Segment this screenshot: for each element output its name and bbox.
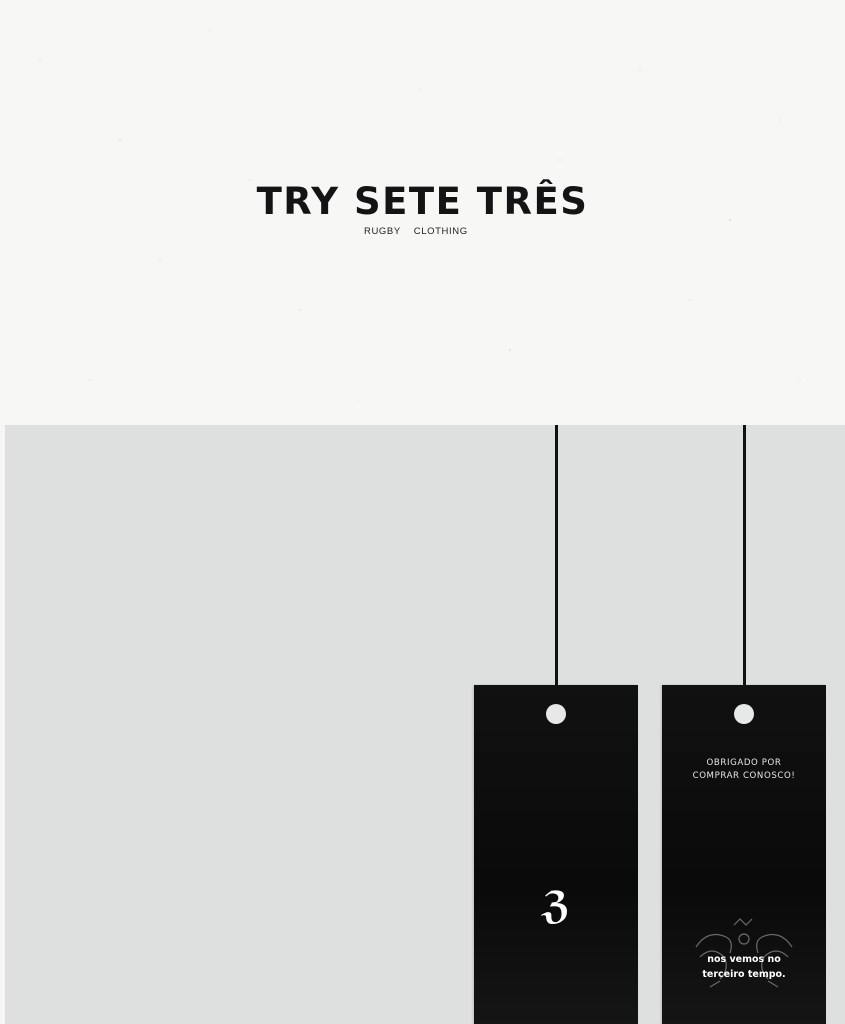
front-tag-hole xyxy=(546,704,566,724)
front-hang-tag: ℨ xyxy=(474,685,638,1024)
monogram-icon: ℨ xyxy=(541,883,571,927)
back-hang-tag: OBRIGADO POR COMPRAR CONOSCO! nos vemos … xyxy=(662,685,826,1024)
thank-you-message: OBRIGADO POR COMPRAR CONOSCO! xyxy=(662,757,826,783)
thank-you-line-2: COMPRAR CONOSCO! xyxy=(692,771,796,781)
brand-wordmark: TRY SETE TRÊS xyxy=(256,180,589,223)
thank-you-line-1: OBRIGADO POR xyxy=(706,758,782,768)
back-tag-hole xyxy=(734,704,754,724)
back-tag-string xyxy=(743,425,746,710)
front-tag-string xyxy=(555,425,558,710)
tagline-rugby: RUGBY xyxy=(364,226,401,237)
see-you-line-1: nos vemos no xyxy=(707,954,781,965)
tagline-clothing: CLOTHING xyxy=(413,226,468,237)
see-you-line-2: terceiro tempo. xyxy=(702,969,786,980)
see-you-message: nos vemos no terceiro tempo. xyxy=(662,952,826,982)
brand-header-section: TRY SETE TRÊS RUGBY CLOTHING xyxy=(0,0,845,425)
hang-tags-section: ℨ OBRIGADO POR COMPRAR CONOSCO! nos vemo… xyxy=(5,425,845,1024)
brand-tagline: RUGBY CLOTHING xyxy=(364,226,468,237)
